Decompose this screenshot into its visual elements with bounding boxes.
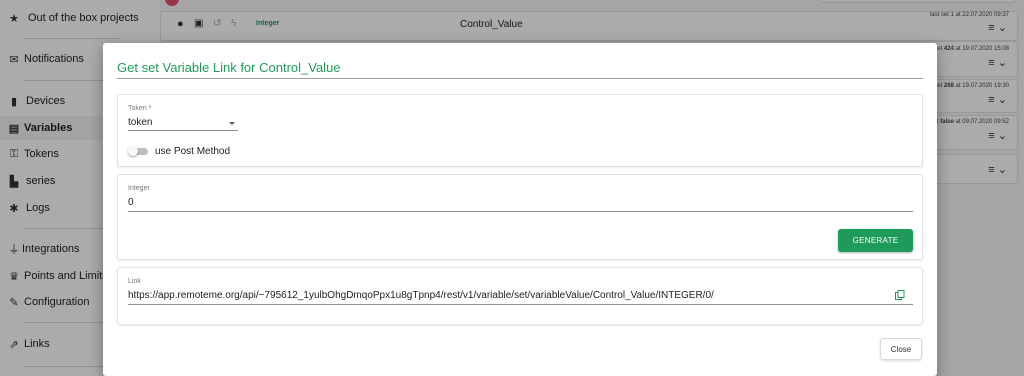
link-value: https://app.remoteme.org/api/~795612_1yu… <box>128 290 714 301</box>
post-method-toggle[interactable] <box>128 146 148 156</box>
token-underline <box>128 130 238 131</box>
chevron-down-icon <box>229 122 235 125</box>
link-field[interactable]: https://app.remoteme.org/api/~795612_1yu… <box>128 286 913 306</box>
link-label: Link <box>128 278 141 285</box>
close-button[interactable]: Close <box>880 338 922 360</box>
post-method-label: use Post Method <box>155 146 231 157</box>
token-value: token <box>128 117 153 128</box>
integer-underline <box>128 211 913 212</box>
dialog-title: Get set Variable Link for Control_Value <box>117 60 341 75</box>
variable-link-dialog: Get set Variable Link for Control_Value … <box>103 43 937 376</box>
token-select[interactable]: token <box>128 113 238 131</box>
generate-button[interactable]: GENERATE <box>838 229 913 252</box>
link-underline <box>128 304 913 305</box>
copy-icon[interactable] <box>895 290 905 300</box>
integer-label: Integer <box>128 185 150 192</box>
integer-card: Integer 0 GENERATE <box>117 174 923 260</box>
token-card: Token * token use Post Method <box>117 94 923 167</box>
integer-input[interactable]: 0 <box>128 193 913 213</box>
token-label: Token * <box>128 105 152 112</box>
link-card: Link https://app.remoteme.org/api/~79561… <box>117 267 923 325</box>
divider <box>117 78 923 79</box>
integer-value: 0 <box>128 197 134 208</box>
